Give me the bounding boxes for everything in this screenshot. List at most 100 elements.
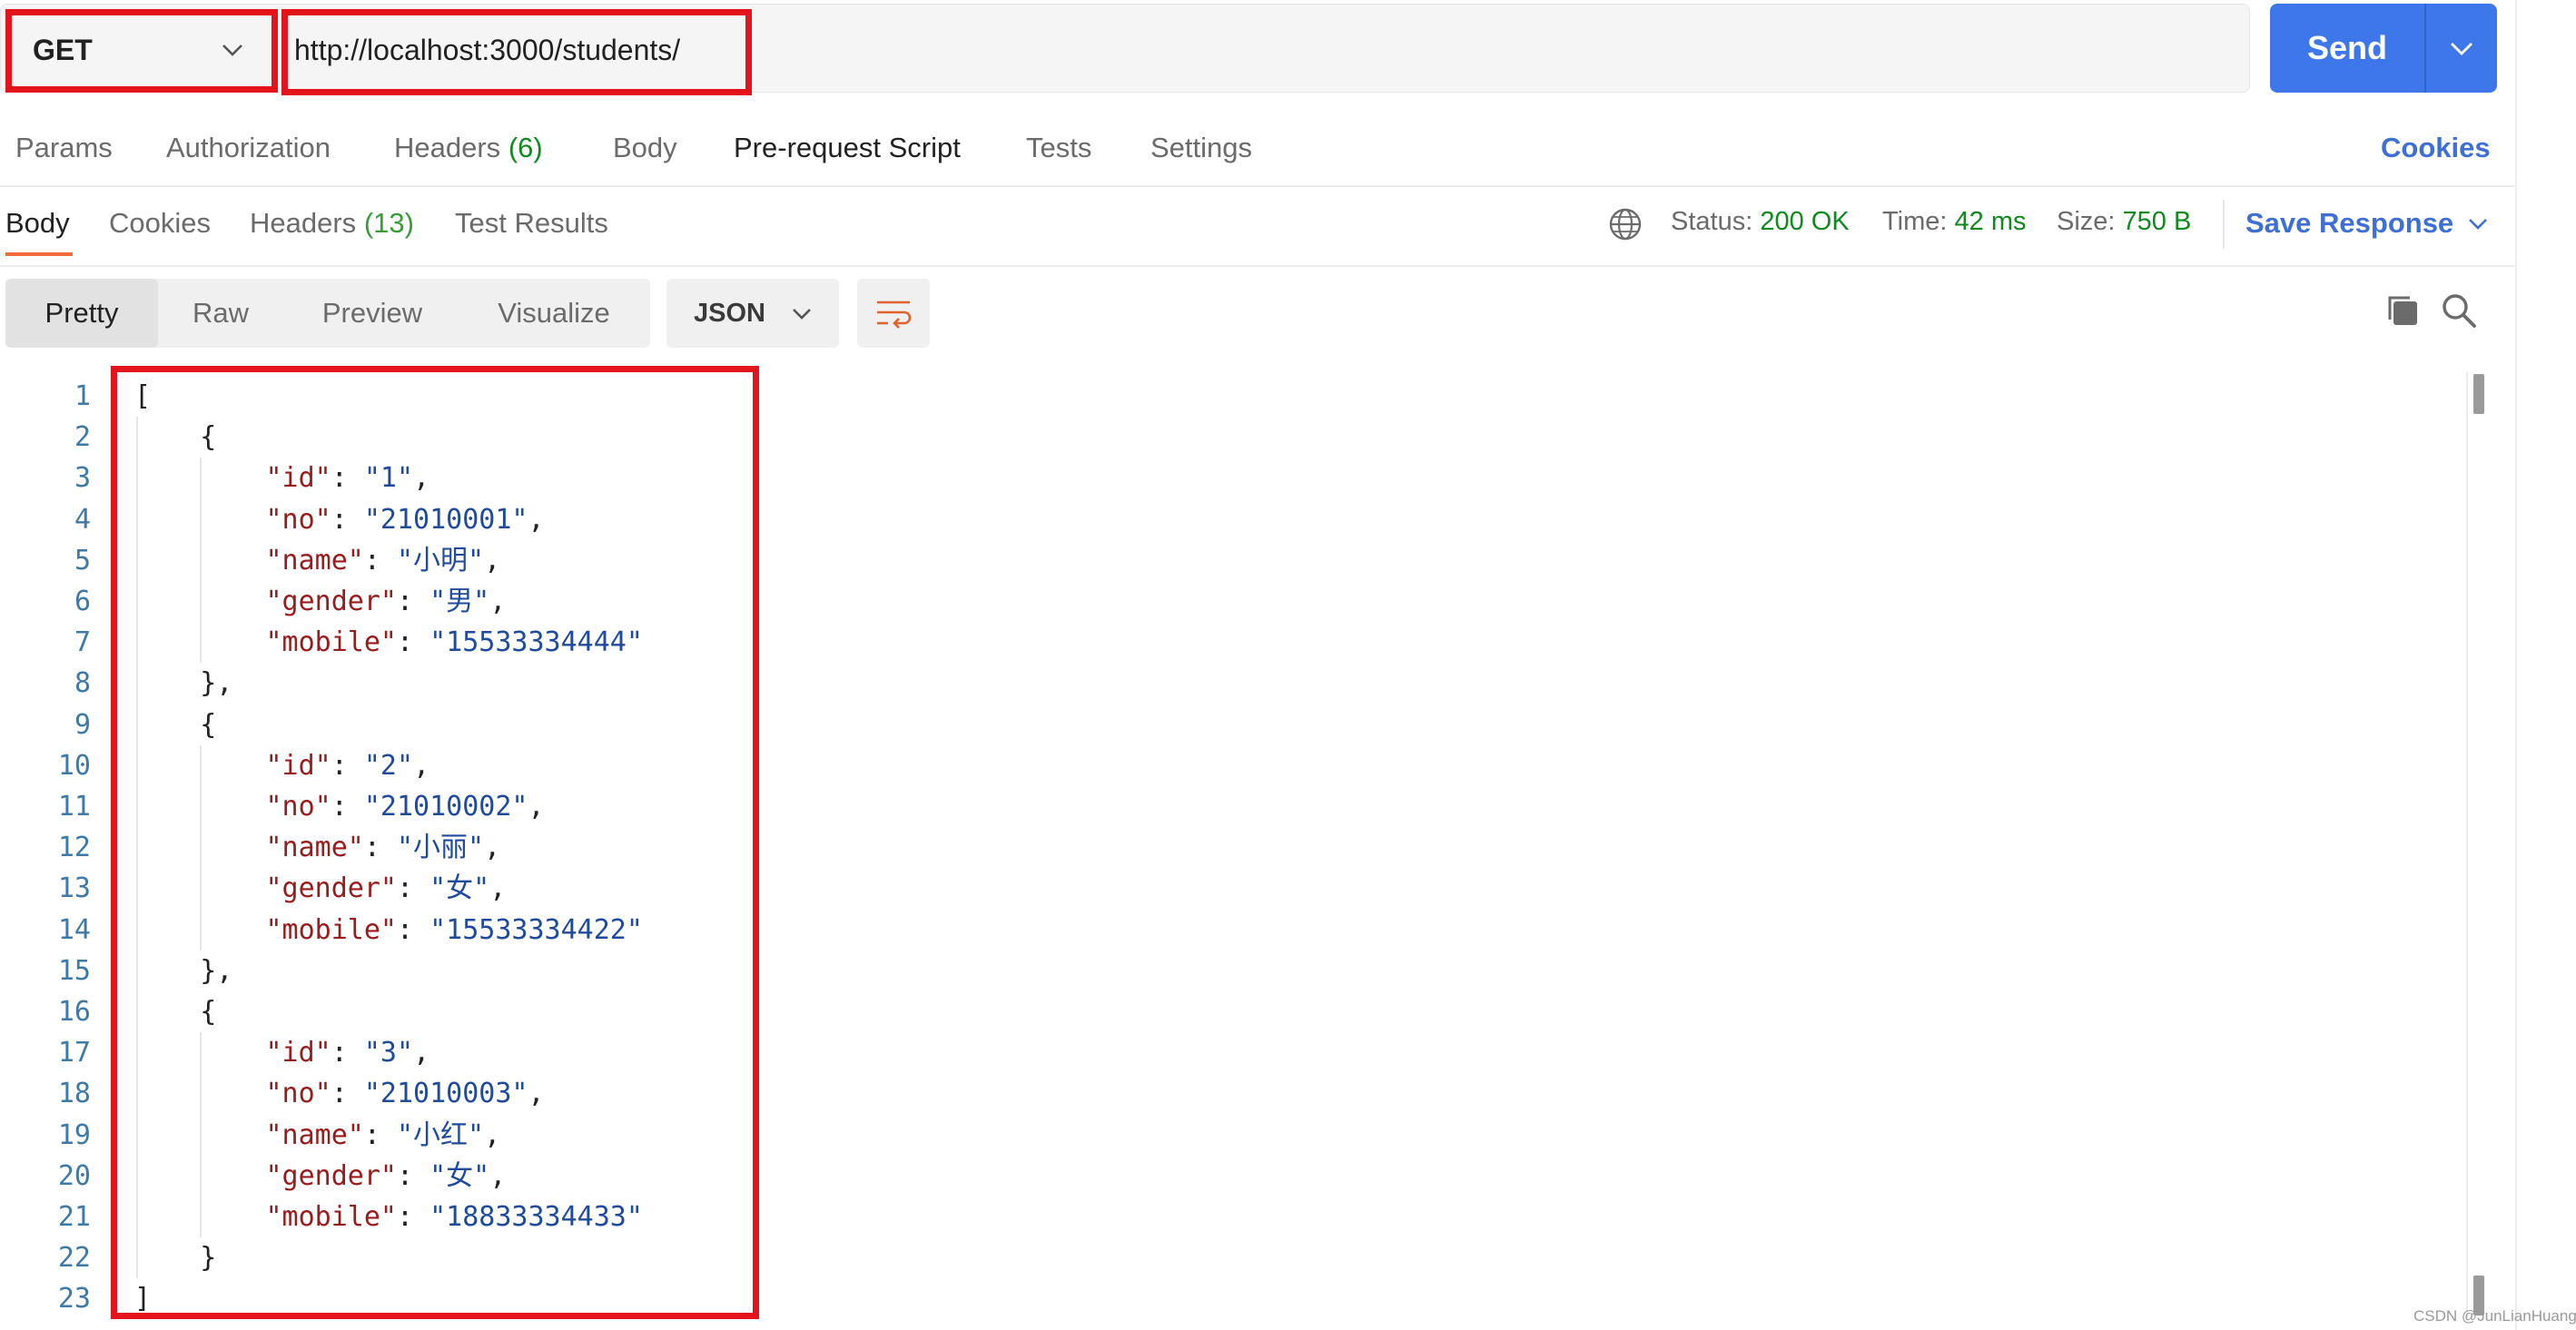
line-number: 19 [57,1118,91,1151]
line-number: 11 [57,791,91,823]
line-number: 13 [57,872,91,905]
tab-headers[interactable]: Headers (6) [394,132,543,164]
tab-headers-label: Headers [394,132,501,163]
code-line: } [134,1242,217,1275]
code-line: "id": "2", [265,749,430,782]
indent-guide [200,1032,202,1238]
view-visualize-button[interactable]: Visualize [472,279,636,348]
tab-settings[interactable]: Settings [1150,132,1252,164]
code-line: "mobile": "18833334433" [265,1201,643,1233]
code-line: "name": "小红", [265,1118,501,1151]
code-line: "gender": "女", [265,1159,507,1192]
format-select[interactable]: JSON [666,279,839,348]
status-value: 200 OK [1760,207,1850,236]
wrap-lines-button[interactable] [857,279,930,348]
code-line: { [134,996,217,1028]
line-number: 16 [57,996,91,1028]
response-tab-body[interactable]: Body [5,207,70,240]
code-line: "id": "3", [265,1037,430,1069]
method-select[interactable]: GET [11,11,271,89]
indent-guide [200,458,202,664]
indent-guide [200,744,202,951]
scrollbar-thumb[interactable] [2473,374,2484,414]
line-number: 4 [74,503,91,536]
line-number: 9 [74,708,91,741]
divider [0,265,2515,267]
line-number: 17 [57,1037,91,1069]
tab-tests[interactable]: Tests [1026,132,1091,164]
code-line: { [134,421,217,454]
time-value: 42 ms [1954,207,2027,236]
wrap-lines-icon [877,300,912,329]
method-value: GET [33,33,93,66]
copy-icon[interactable] [2384,292,2421,329]
code-line: ] [134,1283,152,1315]
chevron-down-icon [2469,218,2488,230]
url-input[interactable]: http://localhost:3000/students/ [294,11,680,89]
line-number: 8 [74,667,91,700]
cookies-link[interactable]: Cookies [2381,132,2491,164]
code-line: { [134,708,217,741]
response-size: Size: 750 B [2057,207,2191,237]
line-number: 15 [57,954,91,987]
tab-pre-request-script[interactable]: Pre-request Script [734,132,961,164]
send-button[interactable]: Send [2270,29,2424,67]
line-number: 10 [57,749,91,782]
line-number: 23 [57,1283,91,1315]
code-line: "no": "21010002", [265,791,545,823]
divider [0,185,2515,187]
code-line: "name": "小丽", [265,832,501,864]
save-response-button[interactable]: Save Response [2245,207,2488,240]
line-number: 7 [74,626,91,659]
tab-params[interactable]: Params [15,132,113,164]
size-label: Size: [2057,207,2116,236]
code-line: }, [134,667,233,700]
size-value: 750 B [2122,207,2192,236]
send-button-group[interactable]: Send [2270,4,2497,93]
view-raw-button[interactable]: Raw [171,279,271,348]
line-number: 5 [74,544,91,576]
search-icon[interactable] [2441,292,2477,329]
tab-authorization[interactable]: Authorization [166,132,331,164]
divider [2223,200,2225,249]
code-line: [ [134,380,152,412]
line-number: 20 [57,1159,91,1192]
line-number: 18 [57,1078,91,1110]
status-label: Status: [1671,207,1753,236]
code-line: "mobile": "15533334444" [265,626,643,659]
line-number: 6 [74,586,91,617]
view-pretty-button[interactable]: Pretty [5,279,158,348]
indent-guide [136,417,138,1279]
response-tab-headers-count: (13) [363,207,414,239]
save-response-label: Save Response [2245,207,2454,239]
line-number: 1 [74,380,91,412]
code-line: "mobile": "15533334422" [265,913,643,946]
code-line: "no": "21010003", [265,1078,545,1110]
view-preview-button[interactable]: Preview [300,279,445,348]
panel-border [2515,0,2517,1330]
line-number: 3 [74,462,91,495]
code-line: "gender": "女", [265,872,507,905]
response-tab-test-results[interactable]: Test Results [455,207,608,240]
code-line: }, [134,954,233,987]
globe-icon[interactable] [1608,207,1643,241]
time-label: Time: [1882,207,1948,236]
chevron-down-icon [2451,42,2472,55]
code-line: "name": "小明", [265,544,501,576]
tab-headers-count: (6) [508,132,543,163]
code-line: "gender": "男", [265,586,507,617]
response-tab-headers-label: Headers [250,207,357,239]
line-number: 12 [57,832,91,864]
send-options-button[interactable] [2426,42,2497,55]
response-tab-headers[interactable]: Headers (13) [250,207,414,240]
code-line: "id": "1", [265,462,430,495]
response-time: Time: 42 ms [1882,207,2026,237]
line-number: 14 [57,913,91,946]
code-line: "no": "21010001", [265,503,545,536]
tab-body[interactable]: Body [613,132,677,164]
response-tab-cookies[interactable]: Cookies [109,207,211,240]
active-tab-indicator [5,252,73,256]
chevron-down-icon [793,308,811,320]
line-number: 2 [74,421,91,454]
scrollbar-track [2466,372,2468,1321]
